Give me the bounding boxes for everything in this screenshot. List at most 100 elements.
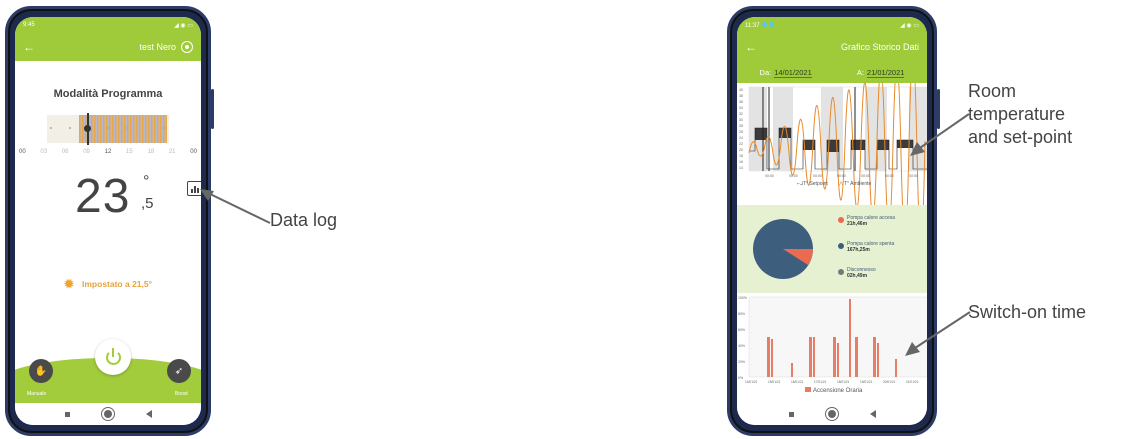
hour-label: 03 xyxy=(40,149,48,155)
to-value[interactable]: 21/01/2021 xyxy=(866,67,905,78)
back-icon[interactable] xyxy=(869,410,876,418)
power-icon xyxy=(105,347,121,365)
phone-side-button xyxy=(211,89,214,129)
right-phone-screen: 11:37 ◢ ◉ ▭ ← Grafico Storico Dati Da: 14… xyxy=(737,17,927,425)
status-bar: 11:37 ◢ ◉ ▭ xyxy=(737,17,927,33)
x-tick: 14/01/21 xyxy=(745,380,758,384)
legend-dot xyxy=(838,217,844,223)
x-tick: 20/01/21 xyxy=(883,380,896,384)
gear-icon[interactable] xyxy=(181,41,193,53)
android-nav-bar xyxy=(737,403,927,425)
y-tick: 20% xyxy=(738,360,745,364)
y-tick: 80% xyxy=(738,312,745,316)
back-arrow-icon[interactable]: ← xyxy=(23,41,35,53)
y-tick: 16 xyxy=(739,160,743,164)
status-icons: ◢ ◉ ▭ xyxy=(174,22,193,29)
x-tick: 00:00 xyxy=(909,174,918,178)
status-time: 9:45 xyxy=(23,22,35,28)
room-temp-annotation: Room temperature and set-point xyxy=(968,80,1072,149)
timeline-program-bars xyxy=(79,115,167,143)
manual-button[interactable]: ✋ xyxy=(29,359,53,383)
home-icon[interactable] xyxy=(103,410,112,418)
hour-label: 15 xyxy=(126,149,133,155)
x-tick: 00:00 xyxy=(837,174,846,178)
y-tick: 40 xyxy=(739,88,743,92)
power-button[interactable] xyxy=(95,339,131,375)
back-icon[interactable] xyxy=(145,410,152,418)
y-tick: 36 xyxy=(739,100,743,104)
y-tick: 0% xyxy=(738,376,743,380)
temperature-integer: 23 xyxy=(75,170,131,223)
app-header: ← test Nero xyxy=(15,33,201,61)
boost-button[interactable]: ➶ xyxy=(167,359,191,383)
y-tick: 14 xyxy=(739,166,743,170)
home-icon[interactable] xyxy=(827,410,836,418)
recents-icon[interactable] xyxy=(64,411,70,417)
temperature-degree: ° xyxy=(143,173,150,190)
status-time-wrap: 11:37 xyxy=(745,21,774,29)
notification-icon xyxy=(768,21,774,27)
mode-title: Modalità Programma xyxy=(53,88,163,100)
setpoint-text: Impostato a 21,5° xyxy=(82,279,153,289)
pump-usage-pie xyxy=(753,219,813,279)
x-tick: 00:00 xyxy=(861,174,870,178)
setpoint-status: ✹ Impostato a 21,5° xyxy=(15,277,201,291)
y-tick: 32 xyxy=(739,112,743,116)
switch-on-chart-svg: 100% 80% 60% 40% 20% 0% 14/01/21 15/01/2… xyxy=(738,296,927,394)
status-icons: ◢ ◉ ▭ xyxy=(900,22,919,29)
x-tick: 00:00 xyxy=(789,174,798,178)
x-tick: 00:00 xyxy=(765,174,774,178)
status-time: 11:37 xyxy=(745,22,760,29)
from-label: Da: xyxy=(759,67,772,77)
y-tick: 30 xyxy=(739,118,743,122)
y-tick: 34 xyxy=(739,106,743,110)
rocket-icon: ➶ xyxy=(174,365,184,377)
back-arrow-icon[interactable]: ← xyxy=(745,41,757,53)
y-tick: 40% xyxy=(738,344,745,348)
x-tick: 19/01/21 xyxy=(860,380,873,384)
hour-label: 09 xyxy=(83,149,90,155)
pie-legend-item: Pompa calore spenta 167h,25m xyxy=(838,241,894,253)
pie-legend-value: 167h,25m xyxy=(847,247,870,253)
from-field[interactable]: Da: 14/01/2021 xyxy=(759,67,812,78)
android-nav-bar xyxy=(15,403,201,425)
switch-on-chart: 100% 80% 60% 40% 20% 0% 14/01/21 15/01/2… xyxy=(737,293,927,398)
x-tick: 16/01/21 xyxy=(791,380,804,384)
y-tick: 28 xyxy=(739,124,743,128)
manual-label: Manuale xyxy=(27,391,47,397)
app-header: ← Grafico Storico Dati xyxy=(737,33,927,61)
pie-legend-item: Pompa calore accesa 21h,46m xyxy=(838,215,895,227)
switch-on-arrow xyxy=(905,311,971,356)
pie-legend-value: 02h,49m xyxy=(847,273,868,279)
y-tick: 60% xyxy=(738,328,745,332)
program-timeline[interactable] xyxy=(27,113,189,145)
y-tick: 22 xyxy=(739,142,743,146)
y-tick: 24 xyxy=(739,136,743,140)
notification-icon xyxy=(761,21,767,27)
temperature-display: 23 ° ,5 xyxy=(15,169,201,229)
legend-dot xyxy=(838,243,844,249)
to-field[interactable]: A: 21/01/2021 xyxy=(857,67,905,78)
boost-label: Boost xyxy=(175,391,188,397)
room-temp-line: Room xyxy=(968,81,1017,101)
timeline-hours: 00 03 06 09 12 15 18 21 00 xyxy=(19,149,197,155)
room-temp-arrow xyxy=(910,113,970,156)
y-tick: 26 xyxy=(739,130,743,134)
recents-icon[interactable] xyxy=(788,411,794,417)
figure-canvas: 9:45 ◢ ◉ ▭ ← test Nero Modalità Programm… xyxy=(0,0,1137,439)
room-temp-line: temperature xyxy=(968,104,1066,124)
temperature-chart-svg: 40 38 36 34 32 30 28 26 24 22 20 18 16 1… xyxy=(739,56,927,242)
temperature-history-chart: 40 38 36 34 32 30 28 26 24 22 20 18 16 1… xyxy=(737,56,927,242)
from-value[interactable]: 14/01/2021 xyxy=(774,67,812,78)
hour-label: 00 xyxy=(19,149,26,155)
right-phone: 11:37 ◢ ◉ ▭ ← Grafico Storico Dati Da: 14… xyxy=(727,6,940,436)
device-name: test Nero xyxy=(139,42,176,52)
x-tick: 15/01/21 xyxy=(768,380,781,384)
hour-label: 06 xyxy=(61,149,69,155)
data-log-annotation: Data log xyxy=(270,210,338,230)
hour-label: 18 xyxy=(147,149,155,155)
timeline-knob[interactable] xyxy=(84,125,91,132)
left-phone-screen: 9:45 ◢ ◉ ▭ ← test Nero Modalità Programm… xyxy=(15,17,201,425)
y-tick: 100% xyxy=(738,296,747,300)
pie-legend-value: 21h,46m xyxy=(847,221,868,227)
